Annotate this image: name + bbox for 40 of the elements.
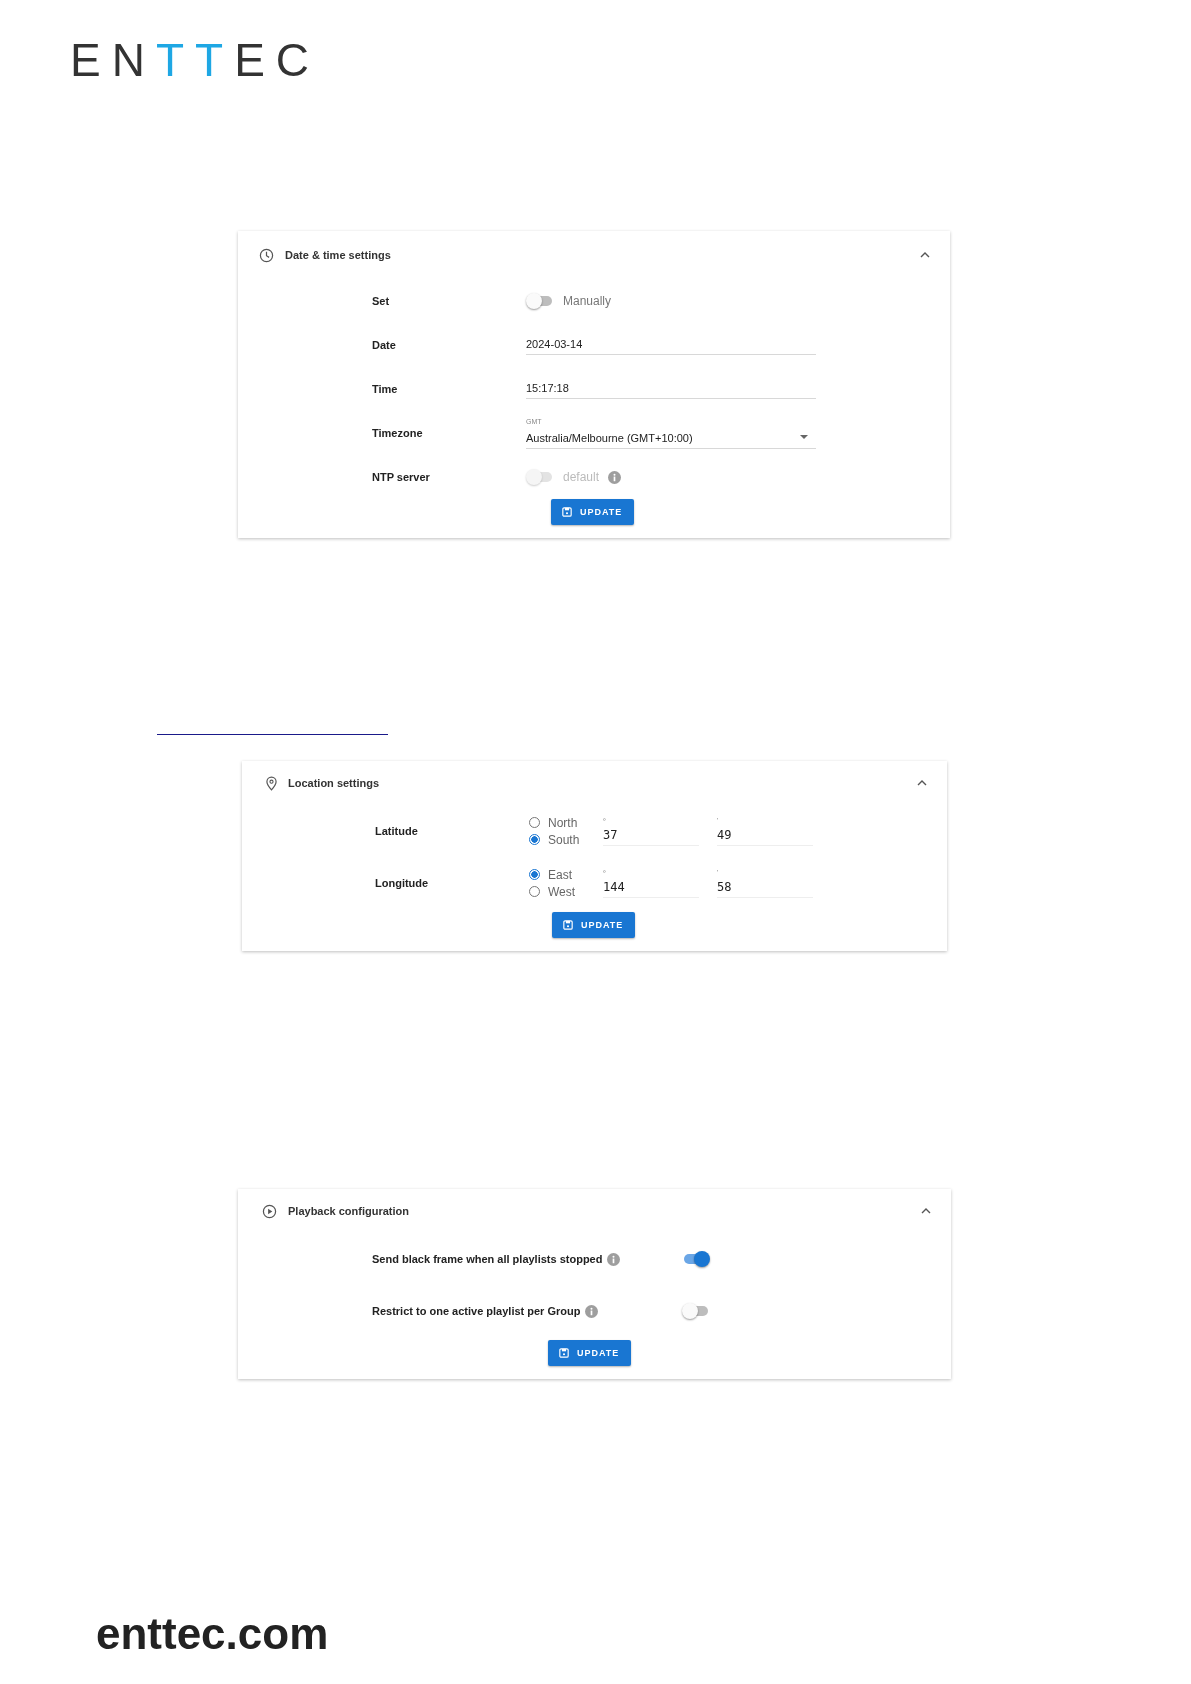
toggle-switch[interactable] — [682, 1303, 710, 1319]
radio-option[interactable]: East — [529, 867, 603, 882]
chevron-up-icon[interactable] — [917, 780, 927, 786]
text-field[interactable]: 15:17:18 — [526, 379, 816, 399]
chevron-up-icon[interactable] — [920, 252, 930, 258]
setting-label: Send black frame when all playlists stopped — [372, 1253, 603, 1265]
toggle-label: Manually — [563, 294, 612, 308]
setting-label: Restrict to one active playlist per Group — [372, 1305, 581, 1317]
logo-wordmark: E N T T E C — [70, 36, 310, 84]
location-pin-icon — [266, 775, 277, 791]
radio-option[interactable]: West — [529, 884, 603, 899]
card-title: Playback configuration — [288, 1205, 411, 1217]
update-button[interactable]: UPDATE — [548, 1340, 632, 1366]
save-icon — [563, 920, 573, 930]
info-icon[interactable] — [607, 1252, 621, 1266]
radio-option[interactable]: North — [529, 815, 603, 830]
card-title: Date & time settings — [285, 249, 392, 261]
update-button[interactable]: UPDATE — [552, 912, 636, 938]
field-label: Latitude — [375, 825, 419, 837]
field-label: Date — [372, 339, 397, 351]
field-label: Time — [372, 383, 399, 395]
toggle-switch[interactable] — [526, 293, 554, 309]
field-label: Longitude — [375, 877, 430, 889]
info-icon[interactable] — [585, 1304, 599, 1318]
field-label: Set — [372, 295, 391, 307]
toggle-switch[interactable] — [682, 1251, 710, 1267]
field-label: Timezone — [372, 427, 424, 439]
save-icon — [559, 1348, 569, 1358]
website-address: enttec.com — [96, 1609, 329, 1659]
radio-option[interactable]: South — [529, 832, 603, 847]
card-title: Location settings — [288, 777, 381, 789]
toggle-label: default — [563, 470, 600, 484]
text-field[interactable]: 2024-03-14 — [526, 335, 816, 355]
save-icon — [562, 507, 572, 517]
clock-icon — [259, 247, 274, 263]
update-button[interactable]: UPDATE — [551, 499, 635, 525]
play-icon — [262, 1203, 277, 1219]
caret-icon — [800, 434, 808, 439]
field-label: NTP server — [372, 471, 431, 483]
chevron-up-icon[interactable] — [921, 1208, 931, 1214]
